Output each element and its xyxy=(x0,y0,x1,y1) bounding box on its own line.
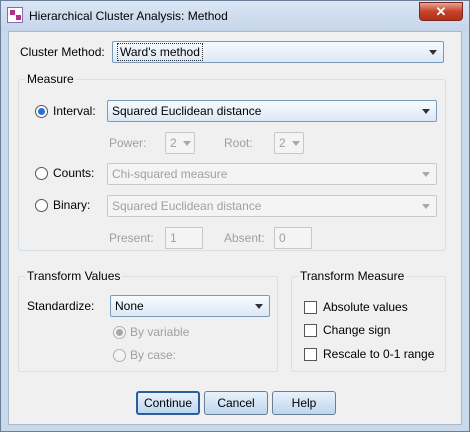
window-title: Hierarchical Cluster Analysis: Method xyxy=(29,9,228,23)
present-field[interactable]: 1 xyxy=(165,227,203,249)
absent-field[interactable]: 0 xyxy=(274,227,312,249)
absolute-values-checkbox[interactable] xyxy=(304,301,317,314)
absent-label: Absent: xyxy=(224,231,265,245)
counts-label: Counts: xyxy=(53,166,95,180)
counts-radio[interactable] xyxy=(35,167,48,180)
change-sign-checkbox[interactable] xyxy=(304,324,317,337)
chevron-down-icon xyxy=(422,172,430,177)
measure-group: Measure Interval: Squared Euclidean dist… xyxy=(18,72,446,251)
title-bar[interactable]: Hierarchical Cluster Analysis: Method ✕ xyxy=(1,1,469,31)
by-variable-radio[interactable] xyxy=(113,326,126,339)
binary-measure-value: Squared Euclidean distance xyxy=(112,199,262,213)
dialog-body: Cluster Method: Ward's method Measure In… xyxy=(8,31,462,425)
transform-values-title: Transform Values xyxy=(25,269,123,283)
continue-button[interactable]: Continue xyxy=(136,391,200,415)
cluster-method-value: Ward's method xyxy=(117,43,203,61)
cancel-button[interactable]: Cancel xyxy=(204,391,268,415)
cluster-method-label: Cluster Method: xyxy=(20,45,105,59)
chevron-down-icon xyxy=(292,141,300,146)
transform-measure-group: Transform Measure Absolute values Change… xyxy=(291,269,446,372)
power-dropdown[interactable]: 2 xyxy=(165,132,195,154)
standardize-label: Standardize: xyxy=(27,299,95,313)
by-case-label: By case: xyxy=(130,348,177,362)
counts-measure-dropdown[interactable]: Chi-squared measure xyxy=(107,163,437,185)
root-label: Root: xyxy=(224,136,253,150)
root-value: 2 xyxy=(279,136,286,150)
interval-measure-value: Squared Euclidean distance xyxy=(112,104,262,118)
power-value: 2 xyxy=(170,136,177,150)
help-button[interactable]: Help xyxy=(272,391,336,415)
chevron-down-icon xyxy=(429,50,437,55)
change-sign-label: Change sign xyxy=(323,323,391,337)
transform-measure-title: Transform Measure xyxy=(298,269,407,283)
dialog-window: Hierarchical Cluster Analysis: Method ✕ … xyxy=(0,0,470,432)
chevron-down-icon xyxy=(183,141,191,146)
spss-app-icon xyxy=(7,7,23,23)
transform-values-group: Transform Values Standardize: None By va… xyxy=(18,269,278,372)
binary-label: Binary: xyxy=(53,198,91,212)
rescale-label: Rescale to 0-1 range xyxy=(323,347,435,361)
interval-label: Interval: xyxy=(53,104,96,118)
interval-measure-dropdown[interactable]: Squared Euclidean distance xyxy=(107,100,437,122)
chevron-down-icon xyxy=(422,109,430,114)
standardize-dropdown[interactable]: None xyxy=(110,295,270,317)
interval-radio[interactable] xyxy=(35,105,48,118)
root-dropdown[interactable]: 2 xyxy=(274,132,304,154)
cluster-method-dropdown[interactable]: Ward's method xyxy=(112,41,444,63)
close-icon[interactable]: ✕ xyxy=(419,2,463,21)
by-variable-label: By variable xyxy=(130,325,190,339)
chevron-down-icon xyxy=(255,304,263,309)
chevron-down-icon xyxy=(422,204,430,209)
present-label: Present: xyxy=(109,231,154,245)
by-case-radio[interactable] xyxy=(113,349,126,362)
binary-radio[interactable] xyxy=(35,199,48,212)
measure-group-title: Measure xyxy=(25,72,76,86)
absolute-values-label: Absolute values xyxy=(323,300,408,314)
standardize-value: None xyxy=(115,299,144,313)
binary-measure-dropdown[interactable]: Squared Euclidean distance xyxy=(107,195,437,217)
rescale-checkbox[interactable] xyxy=(304,348,317,361)
counts-measure-value: Chi-squared measure xyxy=(112,167,228,181)
power-label: Power: xyxy=(109,136,147,150)
